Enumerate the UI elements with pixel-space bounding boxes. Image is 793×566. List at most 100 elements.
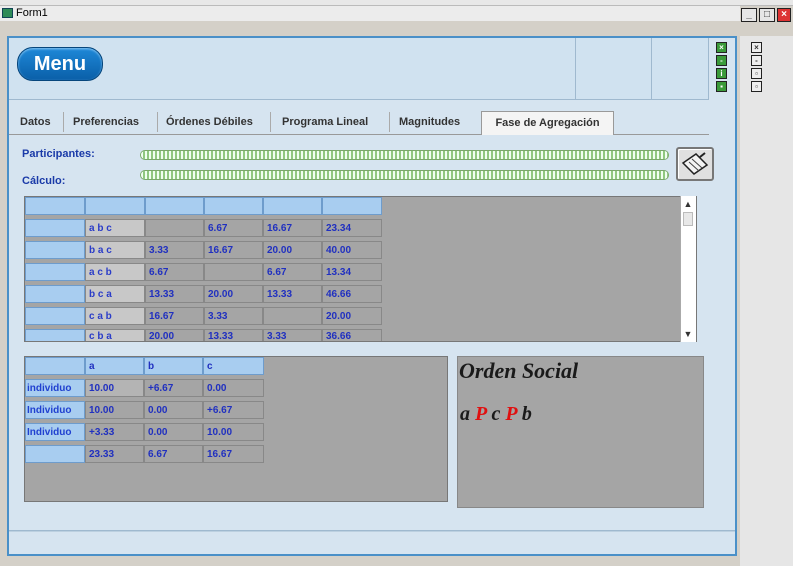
- participants-progress-fill: [141, 151, 668, 159]
- permutation-cell: a b c: [85, 219, 145, 237]
- close-icon[interactable]: ×: [751, 42, 762, 53]
- table-cell: 16.67: [145, 307, 204, 325]
- table-cell: 20.00: [263, 241, 322, 259]
- header-divider: [708, 38, 709, 100]
- calculator-icon: [681, 152, 709, 175]
- table-cell: 16.67: [263, 219, 322, 237]
- alternative-first: a: [460, 403, 470, 425]
- minimize-icon[interactable]: -: [716, 55, 727, 66]
- table-cell: 16.67: [204, 241, 263, 259]
- close-icon[interactable]: ×: [777, 8, 791, 22]
- table-cell: +3.33: [85, 423, 144, 441]
- minimize-icon[interactable]: -: [751, 55, 762, 66]
- table-cell: [145, 219, 204, 237]
- permutation-cell: b c a: [85, 285, 145, 303]
- table-cell: 6.67: [204, 219, 263, 237]
- table-cell: 20.00: [204, 285, 263, 303]
- scroll-down-icon[interactable]: ▼: [681, 327, 695, 341]
- maximize-icon[interactable]: □: [759, 8, 775, 22]
- grid-header-cell: [25, 357, 85, 375]
- table-cell: [263, 307, 322, 325]
- tab-ordenes-debiles[interactable]: Órdenes Débiles: [166, 112, 253, 132]
- table-cell: 0.00: [144, 401, 203, 419]
- calc-label: Cálculo:: [22, 175, 66, 187]
- table-cell: +6.67: [203, 401, 264, 419]
- outer-panel: [740, 36, 793, 566]
- grid-header-cell: [322, 197, 382, 215]
- grid-header-cell: [85, 197, 145, 215]
- menu-button[interactable]: Menu: [17, 47, 103, 81]
- table-cell: +6.67: [144, 379, 203, 397]
- tab-magnitudes[interactable]: Magnitudes: [399, 112, 460, 132]
- close-icon[interactable]: ×: [716, 42, 727, 53]
- tab-divider: [63, 112, 64, 132]
- window-title: Form1: [16, 7, 48, 19]
- row-header: [25, 285, 85, 303]
- table-cell: 6.67: [145, 263, 204, 281]
- total-cell: 23.33: [85, 445, 144, 463]
- table-cell: 3.33: [263, 329, 322, 341]
- total-cell: 16.67: [203, 445, 264, 463]
- preference-relation: P: [475, 403, 487, 425]
- row-header: [25, 263, 85, 281]
- grid-header-cell: [263, 197, 322, 215]
- table-cell: 40.00: [322, 241, 382, 259]
- maximize-icon[interactable]: ▪: [716, 81, 727, 92]
- tab-programa-lineal[interactable]: Programa Lineal: [282, 112, 368, 132]
- table-cell: 10.00: [203, 423, 264, 441]
- column-header-b: b: [144, 357, 203, 375]
- table-cell: 13.34: [322, 263, 382, 281]
- tab-divider: [270, 112, 271, 132]
- minimize-icon[interactable]: _: [741, 8, 757, 22]
- status-bar: [9, 530, 735, 532]
- tab-datos[interactable]: Datos: [20, 112, 51, 132]
- tab-preferencias[interactable]: Preferencias: [73, 112, 139, 132]
- row-header-individuo: individuo: [25, 379, 85, 397]
- tab-fase-de-agregacion[interactable]: Fase de Agregación: [481, 111, 614, 135]
- grid-header-cell: [25, 197, 85, 215]
- preference-relation: P: [505, 403, 517, 425]
- table-cell: 0.00: [144, 423, 203, 441]
- grid-header-cell: [204, 197, 263, 215]
- permutation-cell: c a b: [85, 307, 145, 325]
- app-icon: [2, 8, 13, 18]
- partial-row-clip: c b a 20.00 13.33 3.33 36.66: [25, 329, 383, 341]
- table-cell: 36.66: [322, 329, 382, 341]
- table-cell: [204, 263, 263, 281]
- participants-progress-bar: [140, 150, 669, 160]
- table-cell: 0.00: [203, 379, 264, 397]
- row-header: [25, 241, 85, 259]
- calc-progress-fill: [141, 171, 668, 179]
- permutation-cell: c b a: [85, 329, 145, 341]
- row-header-total: [25, 445, 85, 463]
- calc-progress-bar: [140, 170, 669, 180]
- table-cell: 6.67: [263, 263, 322, 281]
- table-cell: 10.00: [85, 379, 144, 397]
- maximize-icon[interactable]: ▫: [751, 81, 762, 92]
- table-cell: 10.00: [85, 401, 144, 419]
- alternative-third: b: [521, 403, 532, 425]
- table-cell: 13.33: [204, 329, 263, 341]
- tab-divider: [389, 112, 390, 132]
- scroll-up-icon[interactable]: ▲: [681, 197, 695, 211]
- info-icon[interactable]: i: [716, 68, 727, 79]
- table-cell: 13.33: [145, 285, 204, 303]
- scroll-thumb[interactable]: [683, 212, 693, 226]
- permutation-cell: a c b: [85, 263, 145, 281]
- table-cell: 3.33: [145, 241, 204, 259]
- social-order-result: a P c P b: [460, 403, 700, 426]
- calculate-button[interactable]: [676, 147, 714, 181]
- alternative-second: c: [491, 403, 501, 425]
- header-divider: [575, 38, 576, 100]
- row-header-individuo: Individuo: [25, 401, 85, 419]
- table-cell: 20.00: [322, 307, 382, 325]
- tab-divider: [157, 112, 158, 132]
- row-header: [25, 219, 85, 237]
- table-cell: 23.34: [322, 219, 382, 237]
- total-cell: 6.67: [144, 445, 203, 463]
- table-cell: 46.66: [322, 285, 382, 303]
- social-order-title: Orden Social: [459, 358, 579, 383]
- header-divider: [651, 38, 652, 100]
- restore-icon[interactable]: ▫: [751, 68, 762, 79]
- row-header: [25, 329, 85, 341]
